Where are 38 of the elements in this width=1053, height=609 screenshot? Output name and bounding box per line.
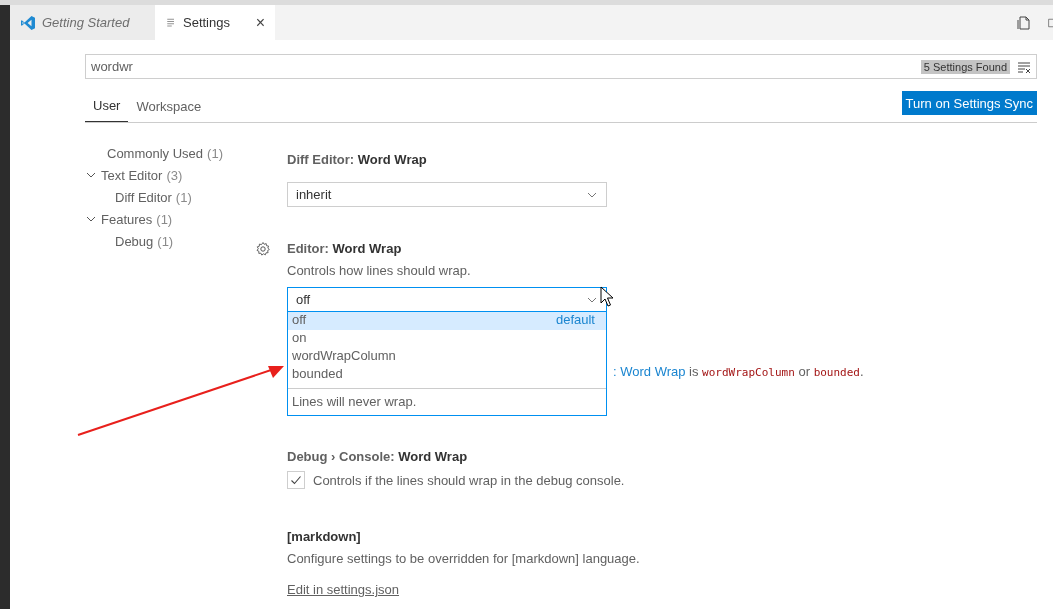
- scope-tab[interactable]: Workspace: [128, 99, 210, 122]
- cursor-icon: [600, 286, 614, 308]
- toc-item[interactable]: Text Editor (3): [85, 164, 287, 186]
- edit-link[interactable]: Edit in settings.json: [287, 582, 399, 597]
- setting-title: Debug › Console: Word Wrap: [287, 449, 469, 466]
- dropdown-option[interactable]: bounded: [288, 366, 606, 384]
- dropdown-option[interactable]: off default: [288, 312, 606, 330]
- toc-item[interactable]: Features (1): [85, 208, 287, 230]
- setting-title: [markdown]: [287, 529, 362, 546]
- search-field[interactable]: wordwr 5 Settings Found: [85, 54, 1037, 79]
- file-icon[interactable]: [1016, 14, 1032, 31]
- setting-description: Controls if the lines should wrap in the debug console.: [313, 472, 625, 488]
- option-description: Lines will never wrap.: [288, 388, 606, 415]
- select-dropdown[interactable]: inherit: [287, 182, 607, 207]
- setting-title: Editor: Word Wrap: [287, 241, 403, 258]
- editor-tab[interactable]: Settings ×: [155, 5, 275, 40]
- dropdown-option[interactable]: wordWrapColumn: [288, 348, 606, 366]
- tab-label: Getting Started: [42, 15, 130, 30]
- logo-icon: [20, 14, 36, 31]
- dropdown-option[interactable]: on: [288, 330, 606, 348]
- setting-title: Diff Editor: Word Wrap: [287, 152, 428, 169]
- toc-item[interactable]: Debug (1): [85, 230, 287, 252]
- setting-description: : Word Wrap is wordWrapColumn or bounded.: [613, 364, 865, 379]
- setting-link[interactable]: : Word Wrap: [613, 364, 686, 379]
- toc-item[interactable]: Diff Editor (1): [85, 186, 287, 208]
- setting-description: Controls how lines should wrap.: [287, 263, 472, 278]
- lines-icon: [165, 16, 177, 29]
- checkbox[interactable]: [287, 471, 305, 489]
- toc-item[interactable]: Commonly Used (1): [85, 142, 287, 164]
- scope-tab[interactable]: User: [85, 98, 129, 122]
- gear-icon[interactable]: [255, 241, 271, 257]
- results-count: 5 Settings Found: [920, 59, 1010, 74]
- setting-description: Configure settings to be overridden for [markdown] language.: [287, 551, 641, 566]
- tab-label: Settings: [183, 15, 230, 30]
- close-icon[interactable]: ×: [255, 13, 265, 32]
- editor-tab[interactable]: Getting Started: [10, 5, 155, 40]
- sync-button[interactable]: Turn on Settings Sync: [901, 91, 1037, 115]
- select-dropdown[interactable]: off: [287, 287, 607, 312]
